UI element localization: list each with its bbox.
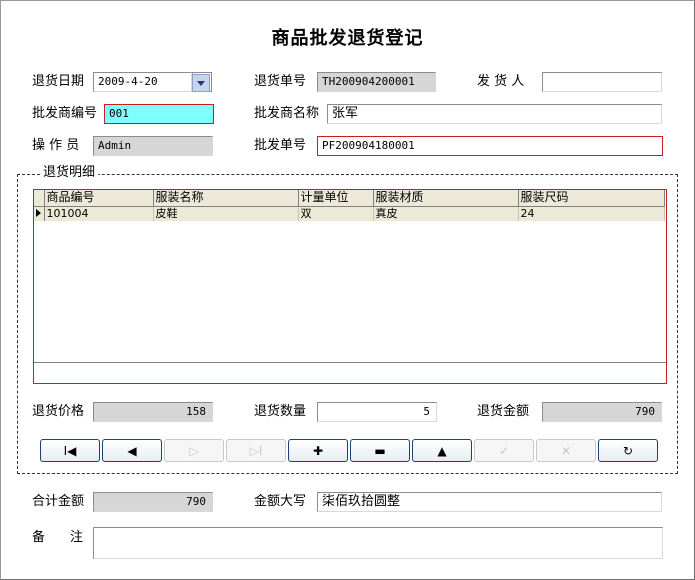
table-cell[interactable]: 双 [298, 206, 374, 221]
table-row[interactable]: 101004 皮鞋 双 真皮 24 [34, 206, 665, 221]
nav-edit-button[interactable]: ▲ [412, 439, 472, 462]
price-field[interactable]: 158 [93, 402, 213, 422]
table-cell[interactable]: 24 [518, 206, 665, 221]
grid-divider [34, 362, 666, 363]
page-title: 商品批发退货登记 [271, 28, 424, 49]
column-header[interactable]: 商品编号 [44, 190, 154, 207]
date-dropdown-button[interactable] [192, 72, 212, 92]
return-no-label: 退货单号 [254, 74, 307, 89]
amount-label: 退货金额 [477, 404, 530, 419]
wholesaler-name-label: 批发商名称 [254, 106, 320, 121]
details-group-title: 退货明细 [40, 164, 99, 182]
nav-first-button[interactable]: I◀ [40, 439, 100, 462]
nav-prev-button[interactable]: ◀ [102, 439, 162, 462]
table-cell[interactable]: 皮鞋 [153, 206, 299, 221]
post-icon: ✓ [498, 443, 510, 458]
wholesaler-code-label: 批发商编号 [32, 106, 98, 121]
row-indicator [34, 206, 45, 221]
nav-last-button[interactable]: ▷I [226, 439, 286, 462]
uppercase-label: 金额大写 [254, 494, 307, 509]
return-date-label: 退货日期 [32, 74, 85, 89]
edit-icon: ▲ [437, 443, 447, 458]
uppercase-field[interactable]: 柒佰玖拾圆整 [317, 492, 662, 512]
shipper-label: 发 货 人 [477, 74, 525, 89]
operator-label: 操 作 员 [32, 138, 80, 153]
last-record-icon: ▷I [249, 443, 263, 458]
first-record-icon: I◀ [63, 443, 77, 458]
row-indicator-header [34, 190, 45, 207]
return-date-field[interactable]: 2009-4-20 [93, 72, 192, 92]
prev-record-icon: ◀ [127, 443, 137, 458]
return-no-field[interactable]: TH200904200001 [317, 72, 436, 92]
table-cell[interactable]: 101004 [44, 206, 154, 221]
remark-label: 备 注 [32, 530, 90, 545]
chevron-down-icon [192, 74, 210, 92]
column-header[interactable]: 计量单位 [298, 190, 374, 207]
wholesale-no-field[interactable]: PF200904180001 [317, 136, 663, 156]
total-label: 合计金额 [32, 494, 85, 509]
refresh-icon: ↻ [622, 443, 634, 458]
nav-insert-button[interactable]: ✚ [288, 439, 348, 462]
table-cell[interactable]: 真皮 [373, 206, 519, 221]
column-header[interactable]: 服装材质 [373, 190, 519, 207]
row-pointer-icon [36, 208, 41, 217]
total-field[interactable]: 790 [93, 492, 213, 512]
cancel-icon: ✕ [560, 443, 572, 458]
nav-delete-button[interactable]: ▬ [350, 439, 410, 462]
price-label: 退货价格 [32, 404, 85, 419]
qty-field[interactable]: 5 [317, 402, 437, 422]
details-grid[interactable]: 商品编号 服装名称 计量单位 服装材质 服装尺码 101004 皮鞋 双 真皮 … [33, 189, 667, 384]
amount-field[interactable]: 790 [542, 402, 662, 422]
nav-post-button[interactable]: ✓ [474, 439, 534, 462]
operator-field[interactable]: Admin [93, 136, 213, 156]
nav-cancel-button[interactable]: ✕ [536, 439, 596, 462]
insert-icon: ✚ [312, 443, 324, 458]
nav-next-button[interactable]: ▷ [164, 439, 224, 462]
wholesaler-code-field[interactable]: 001 [104, 104, 214, 124]
wholesale-no-label: 批发单号 [254, 138, 307, 153]
next-record-icon: ▷ [189, 443, 199, 458]
column-header[interactable]: 服装尺码 [518, 190, 665, 207]
column-header[interactable]: 服装名称 [153, 190, 299, 207]
delete-icon: ▬ [374, 443, 386, 458]
shipper-field[interactable] [542, 72, 662, 92]
nav-refresh-button[interactable]: ↻ [598, 439, 658, 462]
remark-field[interactable] [93, 527, 663, 559]
details-table: 商品编号 服装名称 计量单位 服装材质 服装尺码 101004 皮鞋 双 真皮 … [34, 190, 665, 221]
wholesaler-name-field[interactable]: 张军 [327, 104, 662, 124]
qty-label: 退货数量 [254, 404, 307, 419]
